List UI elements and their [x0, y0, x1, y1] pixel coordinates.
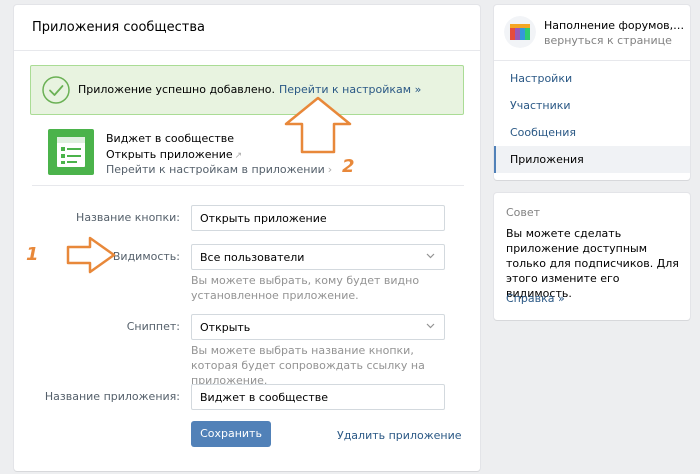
group-name[interactable]: Наполнение форумов, гр...	[544, 19, 686, 32]
group-header[interactable]: Наполнение форумов, гр... вернуться к ст…	[494, 5, 690, 61]
nav-item-apps[interactable]: Приложения	[494, 146, 690, 173]
group-avatar[interactable]	[504, 16, 536, 48]
community-nav: Наполнение форумов, гр... вернуться к ст…	[494, 5, 690, 180]
tip-panel: Совет Вы можете сделать приложение досту…	[494, 193, 690, 320]
up-arrow-annotation	[284, 96, 352, 154]
nav-item-messages[interactable]: Сообщения	[494, 119, 690, 146]
tip-title: Совет	[506, 206, 541, 219]
tip-text: Вы можете сделать приложение доступным т…	[506, 227, 679, 300]
annotation-number-2: 2	[342, 156, 355, 177]
nav-item-settings[interactable]: Настройки	[494, 65, 690, 92]
right-arrow-annotation	[66, 236, 116, 274]
nav-item-members[interactable]: Участники	[494, 92, 690, 119]
back-to-page-link[interactable]: вернуться к странице	[544, 34, 672, 47]
help-link[interactable]: Справка »	[506, 292, 565, 305]
annotation-number-1: 1	[26, 244, 39, 265]
